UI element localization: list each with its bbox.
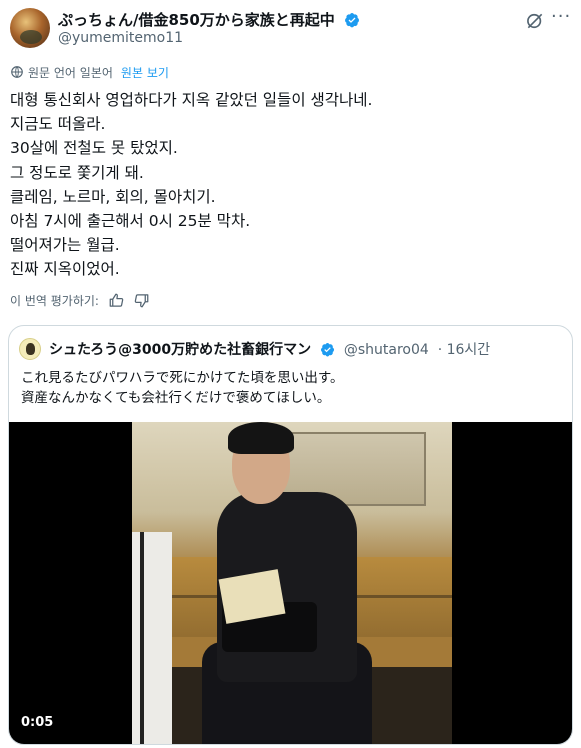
translated-label: 원문 언어 일본어 — [28, 66, 113, 80]
quoted-post-time[interactable]: · 16시간 — [438, 342, 490, 358]
grok-icon[interactable] — [525, 11, 545, 31]
globe-icon — [11, 66, 23, 78]
rate-translation: 이 번역 평가하기: — [10, 292, 149, 309]
verified-badge-icon — [321, 342, 335, 357]
verified-badge-icon — [345, 13, 360, 28]
post-line: 떨어져가는 월급. — [10, 236, 120, 255]
translation-notice: 원문 언어 일본어 원본 보기 — [10, 64, 169, 81]
quoted-author-avatar[interactable] — [19, 338, 41, 360]
quoted-author-name[interactable]: シュたろう@3000万貯めた社畜銀行マン — [49, 342, 311, 358]
author-display-name[interactable]: ぷっちょん/借金850万から家族と再起中 — [58, 9, 360, 30]
quoted-post[interactable]: シュたろう@3000万貯めた社畜銀行マン @shutaro04 · 16시간 こ… — [8, 325, 573, 745]
post-line: 30살에 전철도 못 탔었지. — [10, 139, 178, 158]
other-passenger — [132, 532, 172, 744]
quoted-author-handle[interactable]: @shutaro04 — [344, 342, 429, 358]
video-frame — [132, 422, 452, 744]
post-text: 대형 통신회사 영업하다가 지옥 같았던 일들이 생각나네. 지금도 떠올라. … — [10, 88, 570, 282]
author-avatar[interactable] — [10, 8, 50, 48]
quoted-line: これ見るたびパワハラで死にかけてた頃を思い出す。 — [21, 370, 344, 386]
thumbs-down-icon[interactable] — [134, 293, 149, 308]
post-line: 대형 통신회사 영업하다가 지옥 같았던 일들이 생각나네. — [10, 91, 373, 109]
video-timestamp: 0:05 — [21, 715, 54, 730]
rate-translation-label: 이 번역 평가하기: — [10, 294, 99, 308]
post-line: 클레임, 노르마, 회의, 몰아치기. — [10, 187, 216, 206]
show-original-link[interactable]: 원본 보기 — [121, 66, 169, 80]
author-name-text[interactable]: ぷっちょん/借金850万から家族と再起中 — [58, 11, 335, 29]
post-line: 지금도 떠올라. — [10, 115, 106, 134]
post-line: 진짜 지옥이었어. — [10, 260, 120, 279]
author-handle[interactable]: @yumemitemo11 — [58, 30, 183, 46]
quoted-post-text: これ見るたびパワハラで死にかけてた頃を思い出す。 資産なんかなくても会社行くだけ… — [21, 368, 344, 408]
quoted-line: 資産なんかなくても会社行くだけで褒めてほしい。 — [21, 390, 331, 406]
post-line: 아침 7시에 출근해서 0시 25분 막차. — [10, 212, 251, 231]
quoted-author[interactable]: シュたろう@3000万貯めた社畜銀行マン @shutaro04 · 16시간 — [49, 339, 490, 359]
post-header: ぷっちょん/借金850万から家族と再起中 @yumemitemo11 ··· — [10, 8, 571, 48]
video-player[interactable]: 0:05 — [9, 422, 572, 744]
man-hair — [228, 422, 294, 454]
thumbs-up-icon[interactable] — [109, 293, 124, 308]
more-options-icon[interactable]: ··· — [551, 8, 571, 30]
post-line: 그 정도로 쫓기게 돼. — [10, 163, 144, 182]
